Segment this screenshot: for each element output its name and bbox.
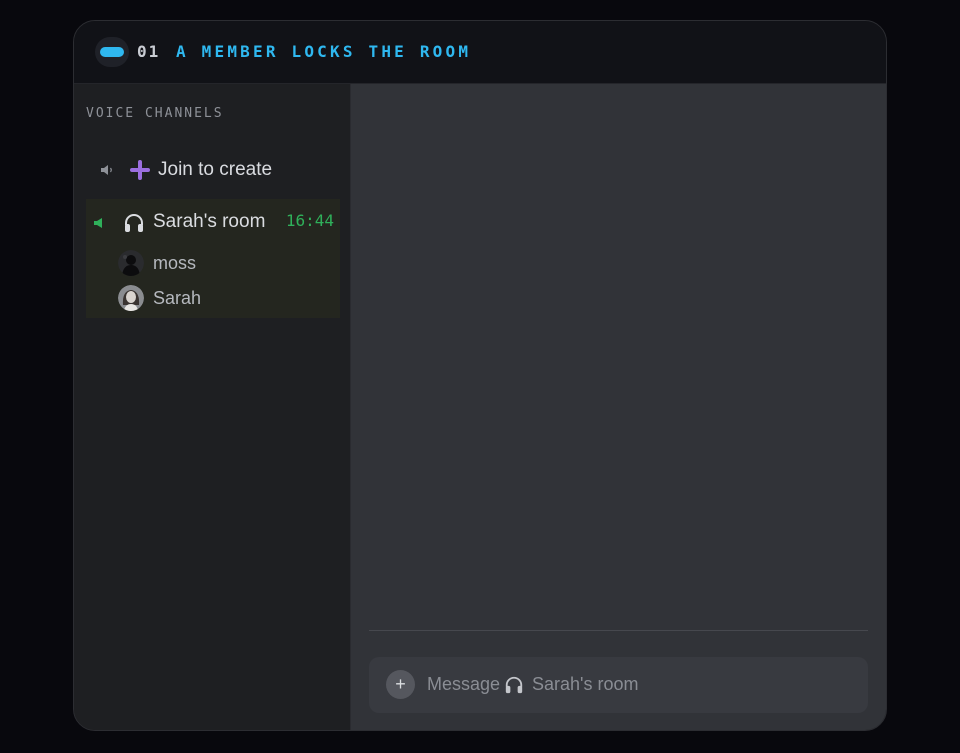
channel-sidebar: VOICE CHANNELS Join to create Sarah's ro…: [74, 84, 351, 730]
voice-member[interactable]: Sarah: [118, 285, 318, 311]
voice-member[interactable]: moss: [118, 250, 318, 276]
voice-channels-heading: VOICE CHANNELS: [86, 106, 224, 121]
step-number: 01: [137, 42, 161, 61]
avatar: [118, 250, 144, 276]
status-toggle[interactable]: [95, 37, 129, 67]
member-name: moss: [153, 253, 197, 273]
speaker-muted-icon: [101, 165, 112, 175]
member-name: Sarah: [153, 288, 202, 308]
headphones-icon: [125, 214, 143, 232]
headphones-icon: [505, 676, 523, 694]
step-title: A MEMBER LOCKS THE ROOM: [176, 42, 472, 61]
speaker-active-icon: [94, 218, 102, 228]
title-bar: 01 A MEMBER LOCKS THE ROOM: [74, 21, 886, 84]
composer-divider: [369, 630, 868, 631]
room-name: Sarah's room: [153, 211, 266, 232]
chat-panel: + Message Sarah's room: [351, 84, 886, 730]
attach-button[interactable]: +: [386, 670, 415, 699]
composer-channel-name: Sarah's room: [532, 674, 639, 694]
room-timer: 16:44: [285, 211, 334, 230]
status-pill-icon: [100, 47, 124, 57]
join-to-create-channel[interactable]: Join to create: [86, 152, 339, 188]
composer-placeholder: Message: [427, 674, 501, 694]
join-to-create-label: Join to create: [158, 159, 273, 180]
avatar: [118, 285, 144, 311]
plus-icon: [130, 160, 150, 180]
voice-channel-sarahs-room[interactable]: Sarah's room 16:44 moss Sarah: [86, 199, 340, 318]
message-composer[interactable]: + Message Sarah's room: [369, 657, 868, 713]
app-window: 01 A MEMBER LOCKS THE ROOM VOICE CHANNEL…: [73, 20, 887, 731]
